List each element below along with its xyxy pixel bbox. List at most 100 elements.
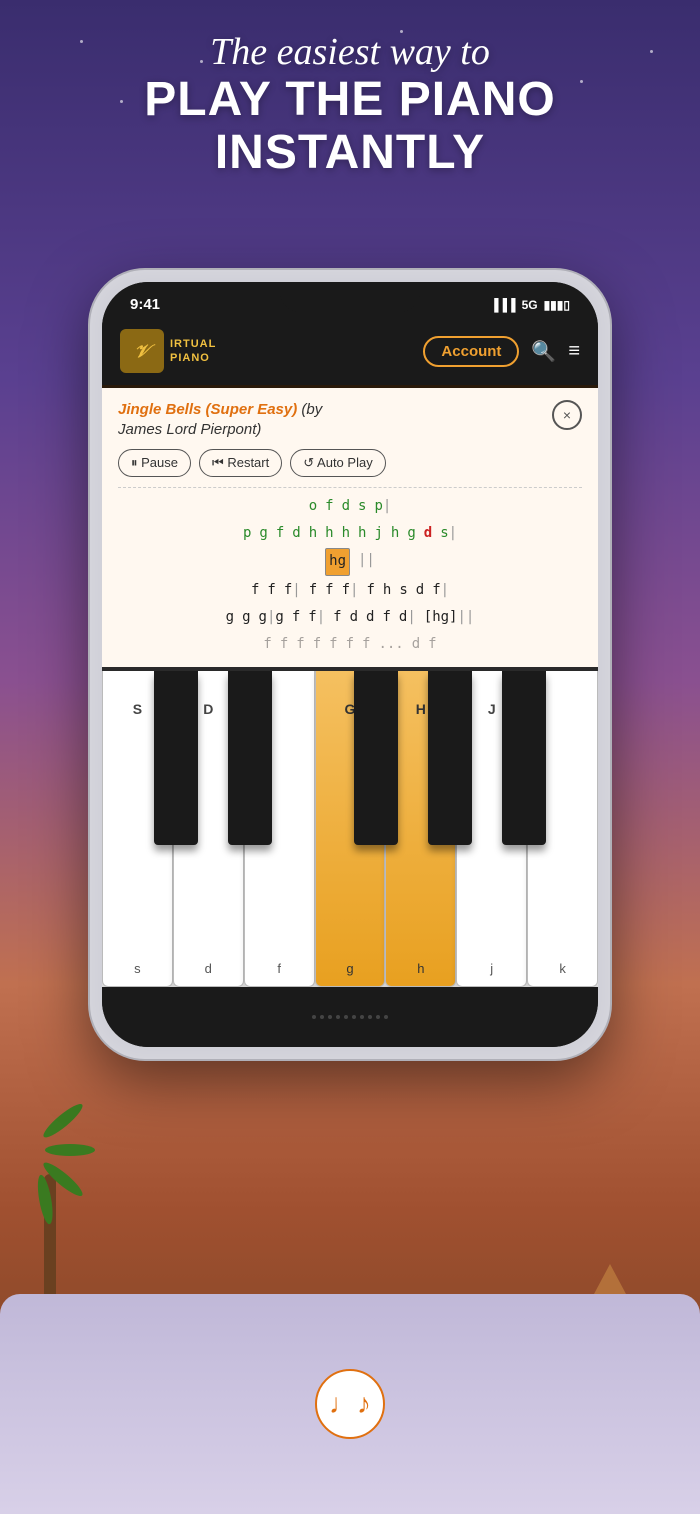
key-upper-label: D	[203, 701, 213, 717]
note: d	[342, 494, 350, 519]
note-row-1: o f d s p|	[118, 494, 582, 519]
note: d	[424, 521, 432, 546]
note: f	[251, 578, 259, 603]
music-note-icon: ♩♪	[329, 1388, 371, 1420]
phone-inner: 9:41 ▐▐▐ 5G ▮▮▮▯ 𝒱 IRTUAL PIANO	[102, 282, 598, 1047]
key-lower-label: k	[559, 961, 566, 976]
speaker-dot	[360, 1015, 364, 1019]
note: o	[309, 494, 317, 519]
notes-area: o f d s p| p g f d h h h	[118, 487, 582, 657]
network-type: 5G	[522, 298, 538, 312]
account-button[interactable]: Account	[423, 336, 519, 367]
speaker-dot	[376, 1015, 380, 1019]
logo-emblem: 𝒱	[120, 329, 164, 373]
note: [hg]||	[424, 605, 475, 630]
piano-black-key-3[interactable]	[354, 671, 398, 845]
header-line2: PLAY THE PIANO INSTANTLY	[0, 74, 700, 180]
note: f	[280, 632, 288, 657]
speaker-dot	[336, 1015, 340, 1019]
signal-bars-icon: ▐▐▐	[490, 298, 516, 312]
note-row-4: f f f| f f f| f h s d f|	[118, 578, 582, 603]
header-right: Account 🔍 ≡	[423, 336, 580, 367]
close-button[interactable]: ×	[552, 400, 582, 430]
note: g	[407, 521, 415, 546]
speaker-dot	[384, 1015, 388, 1019]
logo-text: IRTUAL PIANO	[170, 337, 216, 366]
piano-black-key-2[interactable]	[228, 671, 272, 845]
note: s	[358, 494, 366, 519]
note: g|g	[259, 605, 284, 630]
note: g	[259, 521, 267, 546]
note: f	[366, 578, 374, 603]
sheet-music-area: Jingle Bells (Super Easy) (byJames Lord …	[102, 385, 598, 667]
note: f	[313, 632, 321, 657]
note: g	[226, 605, 234, 630]
controls-row: ⏸ Pause ⏮ Restart ↺ Auto Play	[118, 449, 582, 477]
piano-container: S s D d f G g	[102, 667, 598, 987]
note: f	[292, 605, 300, 630]
note: f	[362, 632, 370, 657]
header-line2-part2: INSTANTLY	[215, 126, 485, 179]
note: f|	[432, 578, 449, 603]
note-row-5: g g g|g f f| f d d f d| [hg]||	[118, 605, 582, 630]
song-title: Jingle Bells (Super Easy) (byJames Lord …	[118, 400, 322, 439]
note-separator: ||	[358, 548, 375, 575]
note: f	[329, 632, 337, 657]
note: h	[391, 521, 399, 546]
note-row-2: p g f d h h h h j h g d s|	[118, 521, 582, 546]
note: f	[325, 578, 333, 603]
speaker-dots	[312, 1015, 388, 1019]
note: f	[333, 605, 341, 630]
note: g	[242, 605, 250, 630]
note: f|	[308, 605, 325, 630]
key-lower-label: g	[346, 961, 353, 976]
note: d	[412, 632, 420, 657]
note: h	[358, 521, 366, 546]
key-upper-label: H	[416, 701, 426, 717]
search-icon[interactable]: 🔍	[531, 339, 556, 364]
note: f	[267, 578, 275, 603]
app-header: 𝒱 IRTUAL PIANO Account 🔍 ≡	[102, 321, 598, 385]
speaker-dot	[320, 1015, 324, 1019]
note: d	[416, 578, 424, 603]
speaker-dot	[312, 1015, 316, 1019]
note: f|	[284, 578, 301, 603]
note: d	[350, 605, 358, 630]
note-row-6: f f f f f f f ... d f	[118, 632, 582, 657]
note: h	[383, 578, 391, 603]
note: f|	[342, 578, 359, 603]
autoplay-button[interactable]: ↺ Auto Play	[290, 449, 385, 477]
key-lower-label: s	[134, 961, 141, 976]
piano-section: S s D d f G g	[102, 667, 598, 987]
logo-text-line2: PIANO	[170, 351, 216, 365]
music-button[interactable]: ♩♪	[315, 1369, 385, 1439]
bottom-section: ♩♪	[0, 1294, 700, 1514]
speaker-dot	[352, 1015, 356, 1019]
logo-text-line1: IRTUAL	[170, 337, 216, 351]
restart-icon: ⏮	[212, 455, 224, 470]
piano-black-key-4[interactable]	[428, 671, 472, 845]
hero-header: The easiest way to PLAY THE PIANO INSTAN…	[0, 30, 700, 180]
header-line1: The easiest way to	[0, 30, 700, 74]
song-title-highlight: Jingle Bells (Super Easy)	[118, 401, 297, 418]
pause-button[interactable]: ⏸ Pause	[118, 449, 191, 477]
note: s	[399, 578, 407, 603]
phone-mockup: 9:41 ▐▐▐ 5G ▮▮▮▯ 𝒱 IRTUAL PIANO	[90, 270, 610, 1059]
piano-black-key-1[interactable]	[154, 671, 198, 845]
note: p	[243, 521, 251, 546]
phone-outer: 9:41 ▐▐▐ 5G ▮▮▮▯ 𝒱 IRTUAL PIANO	[90, 270, 610, 1059]
key-lower-label: f	[277, 961, 281, 976]
speaker-dot	[344, 1015, 348, 1019]
restart-button[interactable]: ⏮ Restart	[199, 449, 282, 477]
speaker-dot	[328, 1015, 332, 1019]
status-time: 9:41	[130, 296, 160, 313]
note: f	[346, 632, 354, 657]
note: f	[428, 632, 436, 657]
note-row-highlighted: hg ||	[118, 548, 582, 575]
key-upper-label: S	[133, 701, 142, 717]
note: s|	[440, 521, 457, 546]
menu-icon[interactable]: ≡	[568, 340, 580, 363]
piano-black-key-5[interactable]	[502, 671, 546, 845]
phone-notch	[280, 282, 420, 312]
pause-icon: ⏸	[131, 455, 138, 470]
